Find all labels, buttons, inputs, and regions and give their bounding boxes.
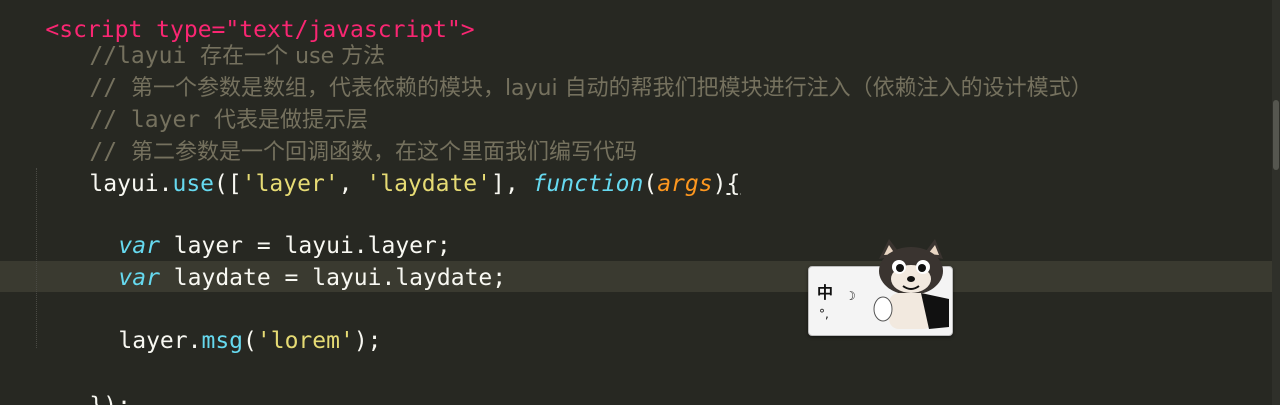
close-bracket: ], (491, 171, 533, 197)
layer-object: layer. (118, 328, 202, 354)
code-line-close[interactable]: }); (34, 358, 131, 405)
paren-open: ( (243, 328, 257, 354)
comma: , (338, 171, 367, 197)
msg-method: msg (201, 328, 244, 354)
args-parameter: args (657, 171, 713, 197)
paren-open: ( (643, 171, 658, 197)
code-line-comment-3[interactable]: // layer 代表是做提示层 (34, 72, 368, 133)
var-laydate-statement: laydate = layui.laydate; (159, 265, 507, 291)
string-laydate: 'laydate' (366, 171, 491, 197)
string-lorem: 'lorem' (256, 328, 354, 354)
open-paren-bracket: ([ (214, 171, 242, 197)
paren-close: ) (712, 171, 727, 197)
function-keyword: function (532, 171, 644, 197)
close-paren-semicolon: ); (103, 393, 131, 405)
shiba-dog-mascot-icon (873, 239, 949, 329)
code-line-var-laydate[interactable]: var laydate = layui.laydate; (63, 230, 506, 291)
vertical-scrollbar[interactable] (1272, 0, 1280, 405)
code-line-var-layer[interactable]: var layer = layui.layer; (63, 198, 450, 259)
code-line-layer-msg[interactable]: layer.msg('lorem'); (63, 293, 381, 354)
moon-icon[interactable]: ☽ (845, 289, 858, 303)
var-keyword: var (118, 265, 160, 291)
code-line-comment-1[interactable]: //layui 存在一个 use 方法 (34, 8, 385, 69)
scrollbar-thumb[interactable] (1273, 100, 1279, 170)
string-layer: 'layer' (241, 171, 339, 197)
code-line-comment-4[interactable]: // 第二参数是一个回调函数，在这个里面我们编写代码 (34, 104, 637, 165)
open-brace: { (726, 171, 741, 197)
code-line-comment-2[interactable]: // 第一个参数是数组，代表依赖的模块，layui 自动的帮我们把模块进行注入（… (34, 40, 1092, 101)
use-method: use (172, 171, 215, 197)
punctuation-mode-icon[interactable]: °, (819, 307, 829, 321)
ime-mode-indicator[interactable]: 中 (817, 279, 833, 303)
close-brace: } (89, 393, 103, 405)
paren-close-semicolon: ); (353, 328, 382, 354)
code-line-layui-use[interactable]: layui.use(['layer', 'laydate'], function… (34, 136, 740, 197)
code-editor[interactable]: <script type="text/javascript"> //layui … (0, 0, 1280, 405)
ime-status-widget[interactable]: 中 ☽ °, (808, 239, 953, 336)
layui-object: layui. (89, 171, 173, 197)
